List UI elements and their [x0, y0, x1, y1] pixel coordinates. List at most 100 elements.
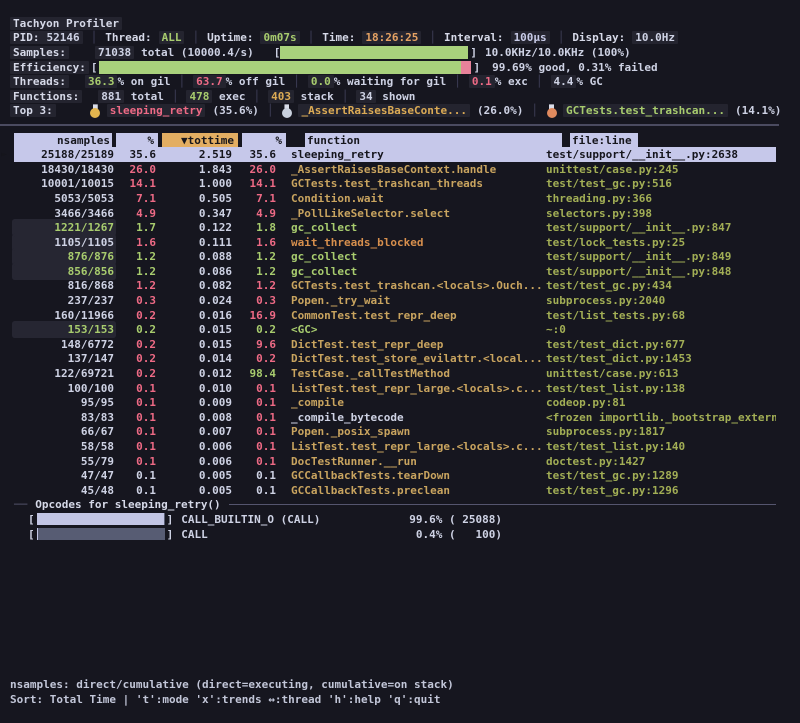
table-row[interactable]: ► 55/79 0.1 0.006 0.1 DocTestRunner.__ru…	[14, 454, 776, 469]
cell-cumulative-pct: 0.1	[232, 396, 276, 409]
cell-function: _PollLikeSelector.select	[276, 207, 546, 220]
cell-tottime: 0.010	[156, 382, 232, 395]
stat-suffix: stack	[294, 90, 334, 103]
separator: │	[172, 90, 179, 103]
top-function-item: sleeping_retry(35.6%)	[90, 104, 259, 117]
cell-function: gc_collect	[276, 265, 546, 278]
col-file-line[interactable]: file:line	[570, 133, 638, 148]
table-row[interactable]: ► 95/95 0.1 0.009 0.1 _compile codeop.py…	[14, 395, 776, 410]
table-row[interactable]: ► 83/83 0.1 0.008 0.1 _compile_bytecode …	[14, 410, 776, 425]
cell-direct-pct: 0.1	[114, 411, 156, 424]
cell-cumulative-pct: 1.2	[232, 265, 276, 278]
separator: │	[178, 75, 185, 88]
opcodes-heading: Opcodes for sleeping_retry()	[35, 498, 220, 511]
cell-direct-pct: 0.1	[114, 469, 156, 482]
stat-item: 34 shown	[356, 90, 415, 103]
efficiency-failed-fill	[461, 61, 471, 74]
cell-nsamples: 137/147	[14, 352, 114, 365]
time-label: Time:	[322, 31, 355, 44]
cell-cumulative-pct: 1.2	[232, 279, 276, 292]
thread-label: Thread:	[105, 31, 151, 44]
table-row[interactable]: ► 3466/3466 4.9 0.347 4.9 _PollLikeSelec…	[14, 206, 776, 221]
table-row[interactable]: ► 66/67 0.1 0.007 0.1 Popen._posix_spawn…	[14, 425, 776, 440]
table-row[interactable]: ► 25188/25189 35.6 2.519 35.6 sleeping_r…	[14, 147, 776, 162]
stat-suffix: % exc	[495, 75, 528, 88]
cell-nsamples: 95/95	[14, 396, 114, 409]
table-row[interactable]: ► 100/100 0.1 0.010 0.1 ListTest.test_re…	[14, 381, 776, 396]
cell-tottime: 0.015	[156, 323, 232, 336]
cell-function: gc_collect	[276, 221, 546, 234]
cell-tottime: 0.012	[156, 367, 232, 380]
threads-items: 36.3% on gil│63.7% off gil│0.0% waiting …	[85, 75, 603, 88]
opcode-bar-fill	[37, 513, 164, 525]
cell-function: GCCallbackTests.tearDown	[276, 469, 546, 482]
table-row[interactable]: ► 153/153 0.2 0.015 0.2 <GC> ~:0	[14, 322, 776, 337]
cell-direct-pct: 0.1	[114, 382, 156, 395]
table-row[interactable]: ► 137/147 0.2 0.014 0.2 DictTest.test_st…	[14, 352, 776, 367]
cell-function: _compile	[276, 396, 546, 409]
cell-direct-pct: 26.0	[114, 163, 156, 176]
separator: │	[192, 31, 199, 44]
cell-function: GCTests.test_trashcan.<locals>.Ouch...	[276, 279, 546, 292]
bar-open-bracket: [	[91, 61, 98, 74]
table-row[interactable]: ► 1105/1105 1.6 0.111 1.6 wait_threads_b…	[14, 235, 776, 250]
col-cumulative-pct[interactable]: %	[242, 133, 286, 148]
col-nsamples[interactable]: nsamples	[14, 133, 112, 148]
table-row[interactable]: ► 160/11966 0.2 0.016 16.9 CommonTest.te…	[14, 308, 776, 323]
table-row[interactable]: ► 10001/10015 14.1 1.000 14.1 GCTests.te…	[14, 177, 776, 192]
cell-function: wait_threads_blocked	[276, 236, 546, 249]
cell-function: DictTest.test_repr_deep	[276, 338, 546, 351]
stat-suffix: shown	[376, 90, 416, 103]
table-row[interactable]: ► 122/69721 0.2 0.012 98.4 TestCase._cal…	[14, 366, 776, 381]
stat-value: 4.4	[551, 75, 577, 88]
stat-item: 478 exec	[186, 90, 245, 103]
cell-nsamples: 160/11966	[14, 309, 114, 322]
medal-disc	[547, 108, 557, 118]
cell-nsamples: 1105/1105	[14, 236, 114, 249]
cell-file-line: test/support/__init__.py:2638	[546, 148, 776, 161]
table-row[interactable]: ► 148/6772 0.2 0.015 9.6 DictTest.test_r…	[14, 337, 776, 352]
table-row[interactable]: ► 816/868 1.2 0.082 1.2 GCTests.test_tra…	[14, 279, 776, 294]
stat-suffix: % GC	[576, 75, 603, 88]
cell-tottime: 0.005	[156, 469, 232, 482]
table-row[interactable]: ► 1221/1267 1.7 0.122 1.8 gc_collect tes…	[14, 220, 776, 235]
cell-nsamples: 1221/1267	[14, 221, 114, 234]
uptime-label: Uptime:	[207, 31, 253, 44]
cell-function: _compile_bytecode	[276, 411, 546, 424]
table-row[interactable]: ► 58/58 0.1 0.006 0.1 ListTest.test_repr…	[14, 439, 776, 454]
stat-value: 403	[268, 90, 294, 103]
cell-file-line: unittest/case.py:613	[546, 367, 776, 380]
separator: │	[558, 31, 565, 44]
table-row[interactable]: ► 5053/5053 7.1 0.505 7.1 Condition.wait…	[14, 191, 776, 206]
table-header: nsamples % ▼tottime % function file:line	[14, 133, 800, 148]
cell-file-line: test/test_list.py:140	[546, 440, 776, 453]
opcode-stats: 0.4% ( 100)	[409, 528, 502, 541]
col-tottime-sorted[interactable]: ▼tottime	[162, 133, 238, 148]
cell-function: <GC>	[276, 323, 546, 336]
cell-nsamples: 122/69721	[14, 367, 114, 380]
cell-tottime: 0.111	[156, 236, 232, 249]
top-function-name: sleeping_retry	[107, 104, 206, 117]
stat-item: 403 stack	[268, 90, 334, 103]
uptime-value: 0m07s	[260, 31, 299, 44]
separator: │	[342, 90, 349, 103]
footer-sort-text: Sort: Total Time | 't':mode 'x':trends ↔…	[10, 693, 440, 706]
cell-direct-pct: 0.2	[114, 309, 156, 322]
cell-direct-pct: 0.1	[114, 425, 156, 438]
table-row[interactable]: ► 45/48 0.1 0.005 0.1 GCCallbackTests.pr…	[14, 483, 776, 498]
col-function[interactable]: function	[305, 133, 562, 148]
table-row[interactable]: ► 18430/18430 26.0 1.843 26.0 _AssertRai…	[14, 162, 776, 177]
table-row[interactable]: ► 856/856 1.2 0.086 1.2 gc_collect test/…	[14, 264, 776, 279]
col-direct-pct[interactable]: %	[116, 133, 158, 148]
table-row[interactable]: ► 47/47 0.1 0.005 0.1 GCCallbackTests.te…	[14, 468, 776, 483]
cell-file-line: ~:0	[546, 323, 776, 336]
cell-direct-pct: 1.2	[114, 265, 156, 278]
table-row[interactable]: ► 876/876 1.2 0.088 1.2 gc_collect test/…	[14, 250, 776, 265]
table-row[interactable]: ► 237/237 0.3 0.024 0.3 Popen._try_wait …	[14, 293, 776, 308]
thread-value[interactable]: ALL	[159, 31, 185, 44]
stat-value: 34	[356, 90, 375, 103]
separator: │	[536, 75, 543, 88]
efficiency-label: Efficiency:	[10, 61, 89, 74]
cell-file-line: test/test_gc.py:434	[546, 279, 776, 292]
stat-suffix: % waiting for gil	[334, 75, 447, 88]
